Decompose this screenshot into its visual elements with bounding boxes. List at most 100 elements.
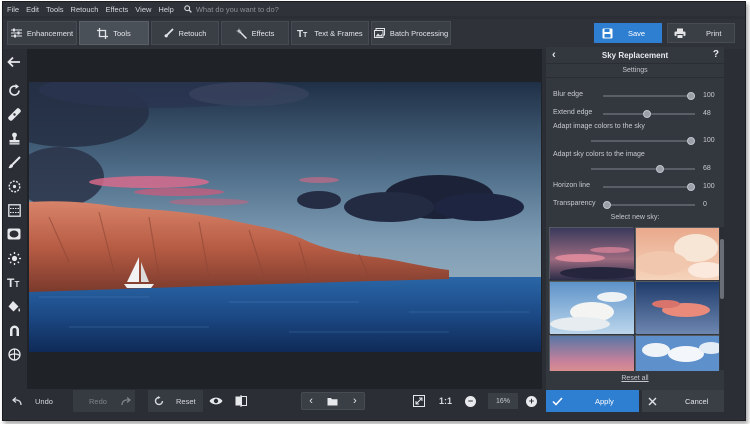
back-arrow-icon[interactable]	[6, 54, 22, 70]
sky-thumbnail[interactable]	[549, 281, 634, 334]
sky-thumbnail[interactable]	[635, 227, 719, 280]
slider-track[interactable]	[603, 183, 695, 191]
slider-handle[interactable]	[687, 92, 695, 100]
slider-handle[interactable]	[603, 201, 611, 209]
next-image-icon[interactable]: ›	[353, 395, 357, 407]
sky-thumbnail[interactable]	[635, 281, 719, 334]
help-icon[interactable]: ?	[713, 49, 719, 60]
undo-button[interactable]: Undo	[11, 390, 71, 412]
toolbar: Enhancement Tools Retouch Effects TT Tex…	[3, 19, 745, 49]
compare-split-icon	[235, 395, 247, 407]
print-label: Print	[706, 28, 722, 38]
image-navigation: ‹ ›	[301, 392, 365, 410]
rotate-icon[interactable]	[6, 82, 22, 98]
fit-to-screen-button[interactable]	[413, 390, 425, 412]
redo-button[interactable]: Redo	[73, 390, 135, 412]
slider-track[interactable]	[603, 201, 695, 209]
sky-thumbnail[interactable]	[549, 227, 640, 280]
previous-image-icon[interactable]: ‹	[309, 395, 313, 407]
slider-track[interactable]	[603, 92, 695, 100]
zoom-level[interactable]: 16%	[488, 393, 518, 409]
search-box[interactable]: What do you want to do?	[184, 5, 279, 14]
tab-tools[interactable]: Tools	[79, 21, 149, 45]
eye-icon	[209, 397, 223, 405]
menu-effects[interactable]: Effects	[105, 5, 128, 14]
slider-row: Transparency 0	[553, 200, 719, 209]
slider-row: Horizon line 100	[553, 182, 719, 191]
sky-replacement-icon[interactable]	[6, 346, 22, 362]
healing-bandage-icon[interactable]	[6, 106, 22, 122]
sky-replacement-panel: ‹ Sky Replacement ? Settings Blur edge 10…	[546, 47, 724, 390]
tab-effects[interactable]: Effects	[221, 21, 289, 45]
clone-stamp-icon[interactable]	[6, 130, 22, 146]
preview-eye-button[interactable]	[209, 390, 223, 412]
slider-value: 100	[703, 183, 715, 190]
redo-icon	[121, 396, 131, 405]
slider-label: Adapt image colors to the sky	[553, 123, 645, 130]
slider-label: Adapt sky colors to the image	[553, 151, 645, 158]
slider-track[interactable]	[591, 165, 695, 173]
menu-view[interactable]: View	[135, 5, 151, 14]
zoom-out-button[interactable]: −	[465, 390, 476, 412]
reset-icon	[154, 396, 164, 406]
slider-track[interactable]	[591, 137, 695, 145]
image-canvas[interactable]	[27, 49, 542, 389]
tab-enhancement[interactable]: Enhancement	[7, 21, 77, 45]
apply-label: Apply	[595, 396, 614, 406]
folder-icon[interactable]	[327, 397, 338, 406]
zoom-in-button[interactable]: +	[526, 390, 537, 412]
reset-button[interactable]: Reset	[148, 390, 203, 412]
reset-all-link[interactable]: Reset all	[546, 375, 724, 382]
menu-edit[interactable]: Edit	[26, 5, 39, 14]
thumbnail-scrollbar[interactable]	[720, 227, 724, 370]
menu-file[interactable]: File	[7, 5, 19, 14]
brush-tool-icon[interactable]	[6, 154, 22, 170]
slider-value: 100	[703, 137, 715, 144]
cancel-label: Cancel	[685, 396, 709, 406]
slider-handle[interactable]	[687, 183, 695, 191]
slider-label: Horizon line	[553, 182, 590, 189]
fit-screen-icon	[413, 395, 425, 407]
radial-filter-icon[interactable]	[6, 178, 22, 194]
slider-value: 0	[703, 201, 707, 208]
save-button[interactable]: Save	[594, 23, 662, 43]
compare-button[interactable]	[235, 390, 247, 412]
tab-batch-processing[interactable]: Batch Processing	[371, 21, 451, 45]
tab-text-frames[interactable]: TT Text & Frames	[291, 21, 369, 45]
search-input[interactable]: What do you want to do?	[196, 5, 279, 14]
slider-handle[interactable]	[643, 110, 652, 118]
floppy-disk-icon	[602, 28, 613, 38]
tab-batch-processing-label: Batch Processing	[389, 28, 449, 38]
panel-header: ‹ Sky Replacement ?	[546, 47, 724, 64]
sky-thumbnail[interactable]	[549, 335, 634, 371]
checkmark-icon	[552, 396, 563, 406]
slider-handle[interactable]	[656, 165, 665, 173]
reset-label: Reset	[176, 396, 196, 406]
sliders-icon	[10, 28, 22, 38]
app-window: File Edit Tools Retouch Effects View Hel…	[2, 1, 746, 421]
slider-handle[interactable]	[687, 137, 695, 145]
menu-help[interactable]: Help	[158, 5, 173, 14]
panel-title: Sky Replacement	[601, 50, 669, 60]
slider-row: Extend edge 48	[553, 109, 719, 118]
tab-retouch[interactable]: Retouch	[151, 21, 219, 45]
magnet-selection-icon[interactable]	[6, 322, 22, 338]
menu-tools[interactable]: Tools	[46, 5, 64, 14]
paint-bucket-icon[interactable]	[6, 298, 22, 314]
sky-thumbnail[interactable]	[635, 335, 719, 371]
slider-label: Blur edge	[553, 91, 583, 98]
slider-row: Adapt sky colors to the image 68	[553, 151, 719, 173]
vignette-icon[interactable]	[6, 226, 22, 242]
menu-retouch[interactable]: Retouch	[71, 5, 99, 14]
print-button[interactable]: Print	[667, 23, 735, 43]
text-tool-icon[interactable]: TT	[6, 274, 22, 290]
undo-icon	[11, 396, 22, 405]
cancel-button[interactable]: Cancel	[642, 390, 724, 412]
slider-track[interactable]	[603, 110, 695, 118]
actual-size-button[interactable]: 1:1	[439, 390, 452, 412]
select-sky-label: Select new sky:	[610, 214, 660, 221]
gradient-filter-icon[interactable]	[6, 202, 22, 218]
apply-button[interactable]: Apply	[546, 390, 639, 412]
panel-back-icon[interactable]: ‹	[552, 49, 556, 61]
light-sun-icon[interactable]	[6, 250, 22, 266]
